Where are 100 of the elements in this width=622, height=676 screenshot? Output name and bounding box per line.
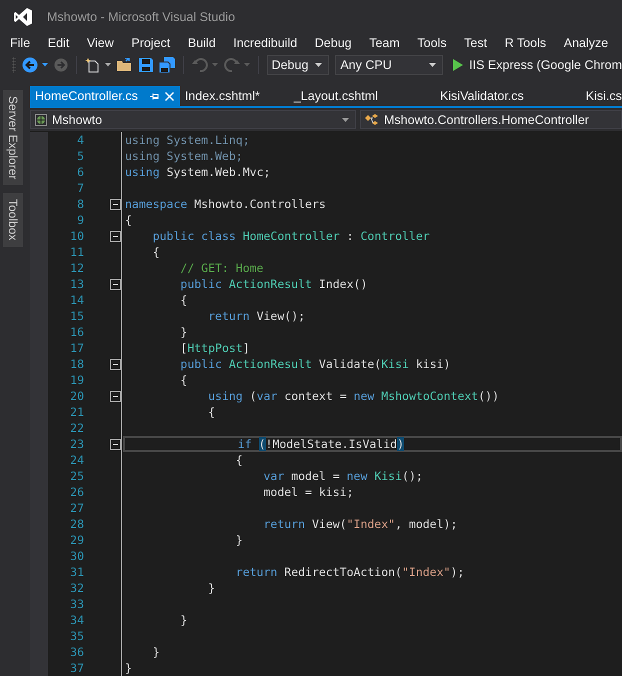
menu-item[interactable]: Analyze bbox=[564, 36, 608, 50]
collapse-toggle[interactable] bbox=[110, 438, 121, 450]
close-icon[interactable] bbox=[164, 92, 174, 100]
side-panel-tab[interactable]: Toolbox bbox=[3, 193, 23, 247]
line-number: 11 bbox=[69, 244, 84, 260]
menu-item[interactable]: File bbox=[10, 36, 30, 50]
caret-icon bbox=[342, 118, 349, 122]
code-line: model = kisi; bbox=[262, 485, 354, 499]
caret-icon[interactable] bbox=[42, 63, 48, 67]
code-line: } bbox=[179, 613, 188, 627]
menu-item[interactable]: Project bbox=[131, 36, 170, 50]
save-all-icon[interactable] bbox=[158, 57, 175, 73]
code-line: { bbox=[152, 245, 160, 259]
file-tab[interactable]: KisiValidator.cs bbox=[434, 86, 529, 106]
line-number: 32 bbox=[69, 580, 84, 596]
code-line: [HttpPost] bbox=[179, 341, 250, 355]
globe-icon bbox=[35, 114, 47, 126]
code-line: } bbox=[125, 661, 132, 675]
code-line: public ActionResult Index() bbox=[179, 277, 368, 291]
line-number: 26 bbox=[69, 484, 84, 500]
caret-icon[interactable] bbox=[104, 63, 111, 67]
line-number: 9 bbox=[76, 212, 84, 228]
code-line: public class HomeController : Controller bbox=[152, 229, 430, 243]
code-line: return View("Index", model); bbox=[262, 517, 458, 531]
menu-item[interactable]: Team bbox=[369, 36, 400, 50]
collapse-toggle[interactable] bbox=[110, 390, 121, 402]
configuration-dropdown[interactable]: Debug bbox=[266, 55, 330, 75]
code-line: using System.Web.Mvc; bbox=[125, 165, 270, 179]
class-icon bbox=[365, 114, 379, 126]
file-tab[interactable]: Index.cshtml* bbox=[180, 86, 265, 106]
code-line: } bbox=[152, 645, 160, 659]
menu-item[interactable]: Test bbox=[464, 36, 488, 50]
menu-item[interactable]: Incredibuild bbox=[233, 36, 298, 50]
type-dropdown[interactable]: Mshowto.Controllers.HomeController bbox=[360, 110, 622, 129]
collapse-toggle[interactable] bbox=[110, 278, 121, 290]
line-number: 4 bbox=[76, 132, 84, 148]
line-number: 14 bbox=[69, 292, 84, 308]
code-line: { bbox=[207, 405, 216, 419]
line-number: 19 bbox=[69, 372, 84, 388]
menu-item[interactable]: R Tools bbox=[504, 36, 546, 50]
code-line: return RedirectToAction("Index"); bbox=[234, 565, 464, 579]
line-number: 27 bbox=[69, 500, 84, 516]
line-number: 20 bbox=[69, 388, 84, 404]
code-line: return View(); bbox=[207, 309, 306, 323]
caret-icon bbox=[429, 63, 436, 67]
folder-icon[interactable] bbox=[116, 58, 133, 72]
play-icon bbox=[453, 59, 464, 71]
line-number: 35 bbox=[69, 628, 84, 644]
visual-studio-logo-icon bbox=[13, 6, 33, 26]
line-number: 34 bbox=[69, 612, 84, 628]
project-dropdown[interactable]: Mshowto bbox=[30, 110, 356, 129]
code-line: using (var context = new MshowtoContext()) bbox=[207, 389, 499, 403]
new-file-icon[interactable] bbox=[84, 57, 101, 73]
menu-item[interactable]: View bbox=[86, 36, 114, 50]
line-number: 37 bbox=[69, 660, 84, 676]
line-number: 25 bbox=[69, 468, 84, 484]
line-number: 6 bbox=[76, 164, 84, 180]
line-number: 18 bbox=[69, 356, 84, 372]
code-line: } bbox=[234, 533, 243, 547]
line-number: 29 bbox=[69, 532, 84, 548]
code-line: namespace Mshowto.Controllers bbox=[125, 197, 326, 211]
save-icon[interactable] bbox=[138, 58, 153, 72]
code-line: if (!ModelState.IsValid) bbox=[236, 437, 404, 451]
line-number: 8 bbox=[76, 196, 84, 212]
code-line: { bbox=[179, 293, 188, 307]
collapse-toggle[interactable] bbox=[110, 358, 121, 370]
file-tab[interactable]: _Layout.cshtml bbox=[288, 86, 383, 106]
line-number: 5 bbox=[76, 148, 84, 164]
code-line: using System.Linq; bbox=[125, 133, 250, 147]
line-number: 21 bbox=[69, 404, 84, 420]
collapse-toggle[interactable] bbox=[110, 230, 121, 242]
code-line: { bbox=[125, 213, 132, 227]
line-number: 12 bbox=[69, 260, 84, 276]
side-panel-tab[interactable]: Server Explorer bbox=[3, 90, 23, 186]
run-button[interactable]: IIS Express (Google Chrom bbox=[449, 58, 622, 72]
line-number: 24 bbox=[69, 452, 84, 468]
line-number: 33 bbox=[69, 596, 84, 612]
platform-dropdown[interactable]: Any CPU bbox=[335, 55, 444, 75]
line-number: 30 bbox=[69, 548, 84, 564]
code-line: } bbox=[207, 581, 216, 595]
code-line: // GET: Home bbox=[179, 261, 264, 275]
collapse-toggle[interactable] bbox=[110, 198, 121, 210]
file-tab[interactable]: HomeController.cs bbox=[30, 86, 180, 106]
line-number: 13 bbox=[69, 276, 84, 292]
code-line: } bbox=[179, 325, 188, 339]
menu-item[interactable]: Tools bbox=[417, 36, 447, 50]
caret-icon bbox=[315, 63, 322, 67]
pin-icon[interactable] bbox=[150, 92, 159, 100]
code-line: var model = new Kisi(); bbox=[262, 469, 423, 483]
menu-item[interactable]: Edit bbox=[48, 36, 70, 50]
line-number: 16 bbox=[69, 324, 84, 340]
line-number: 7 bbox=[76, 180, 84, 196]
menu-item[interactable]: Build bbox=[188, 36, 216, 50]
line-number: 22 bbox=[69, 420, 84, 436]
menu-item[interactable]: Debug bbox=[314, 36, 352, 50]
line-number: 10 bbox=[69, 228, 84, 244]
file-tab[interactable]: Kisi.cs bbox=[580, 86, 622, 106]
line-number: 23 bbox=[69, 436, 84, 452]
code-line: using System.Web; bbox=[125, 149, 243, 163]
line-number: 31 bbox=[69, 564, 84, 580]
